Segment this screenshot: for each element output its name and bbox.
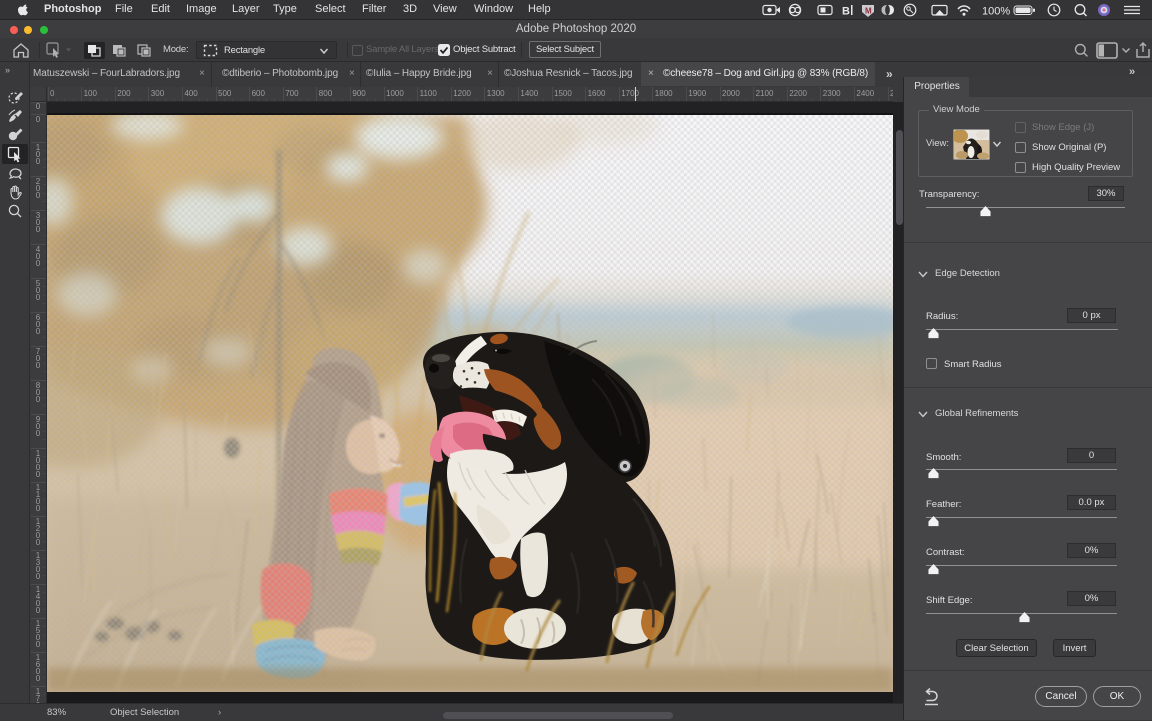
svg-text:B: B [842, 6, 850, 18]
svg-text:100%: 100% [982, 6, 1010, 18]
svg-text:M: M [865, 7, 872, 16]
